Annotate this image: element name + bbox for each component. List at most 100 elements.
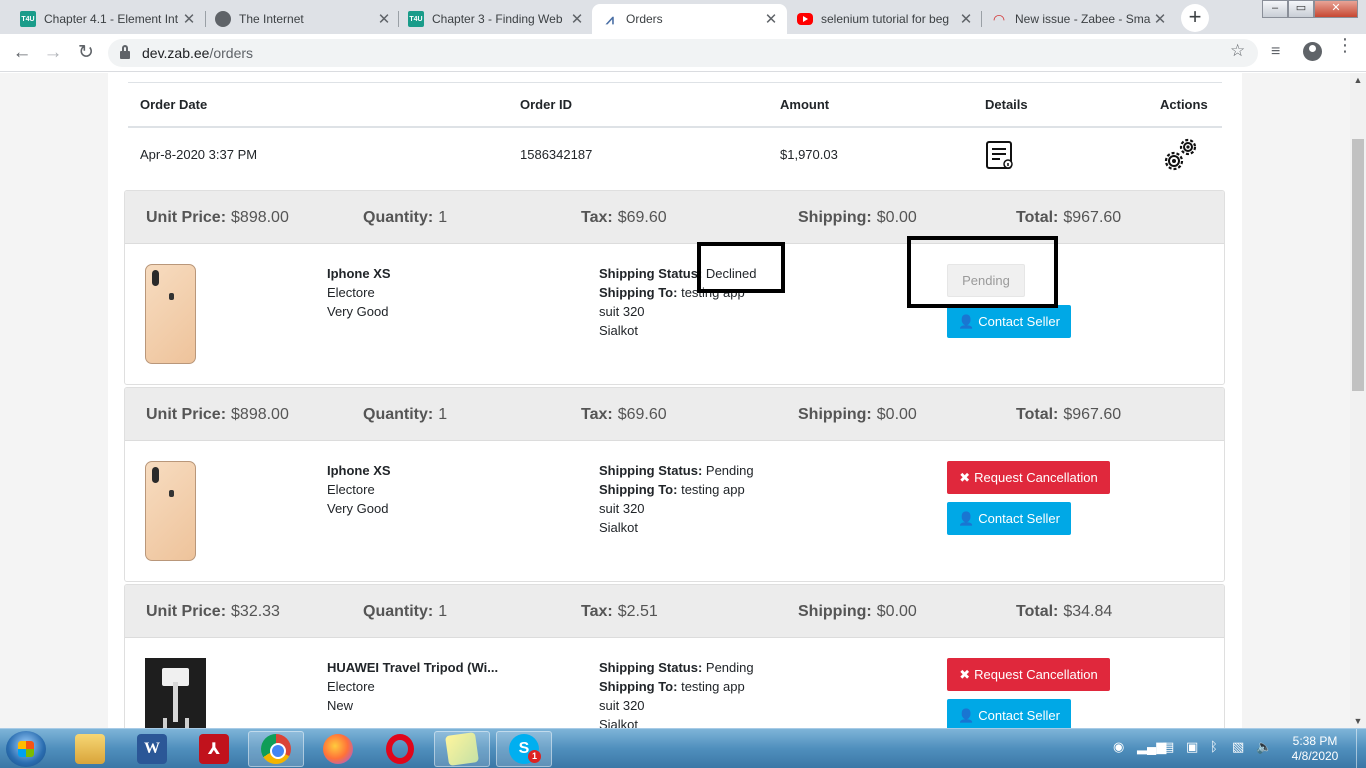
action-center-icon[interactable]: ▧ [1232, 739, 1244, 755]
product-image[interactable] [145, 461, 196, 561]
request-cancellation-button[interactable]: ✖ Request Cancellation [947, 461, 1110, 494]
receipt-icon[interactable] [985, 128, 1015, 181]
taskbar-explorer[interactable] [62, 731, 118, 767]
scrollbar-thumb[interactable] [1352, 139, 1364, 391]
quantity: Quantity: 1 [363, 388, 447, 441]
seller-name: Electore [327, 482, 375, 497]
bluetooth-icon[interactable]: ᛒ [1210, 739, 1218, 754]
taskbar-skype[interactable]: S 1 [496, 731, 552, 767]
shipping-info: Shipping Status: Pending Shipping To: te… [599, 658, 754, 728]
table-header: Order Date Order ID Amount Details Actio… [128, 83, 1222, 128]
close-tab-icon[interactable]: ✕ [958, 10, 974, 28]
tab-chapter-4-1[interactable]: T4U Chapter 4.1 - Element Int ✕ [10, 4, 205, 34]
quantity: Quantity: 1 [363, 585, 447, 638]
product-name[interactable]: Iphone XS [327, 264, 391, 283]
shipping: Shipping: $0.00 [798, 191, 917, 244]
display-icon[interactable]: ▣ [1186, 739, 1198, 755]
tab-orders[interactable]: ⩘ Orders ✕ [592, 4, 787, 34]
tax-label: Tax: [581, 208, 613, 226]
address-city: Sialkot [599, 323, 639, 338]
item-summary: Unit Price: $898.00 Quantity: 1 Tax: $69.60… [125, 191, 1224, 244]
drive-icon[interactable]: ▤ [1162, 739, 1174, 755]
contact-seller-button[interactable]: 👤 Contact Seller [947, 502, 1071, 535]
request-cancellation-label: Request Cancellation [974, 667, 1098, 682]
shipping-to-label: Shipping To: [599, 285, 678, 300]
tax-label: Tax: [581, 602, 613, 620]
network-status-icon[interactable]: ◉ [1113, 739, 1124, 755]
order-item-card: Unit Price: $898.00 Quantity: 1 Tax: $69.60… [124, 190, 1225, 385]
shipping-status-value: Pending [705, 463, 754, 478]
profile-avatar-icon[interactable] [1303, 42, 1322, 61]
back-icon[interactable]: ← [9, 40, 35, 66]
bookmark-star-icon[interactable]: ☆ [1230, 41, 1245, 61]
unit-price-value: $898.00 [231, 405, 289, 423]
address-city: Sialkot [599, 717, 639, 728]
taskbar-firefox[interactable] [310, 731, 366, 767]
unit-price: Unit Price: $32.33 [146, 585, 280, 638]
shipping-status-label: Shipping Status: [599, 266, 703, 281]
taskbar-pdf-reader[interactable]: ⅄ [186, 731, 242, 767]
shipping-to-line: Shipping To: testing app [599, 480, 754, 499]
menu-dots-icon[interactable]: ⋮ [1336, 36, 1354, 54]
scroll-up-arrow-icon[interactable]: ▲ [1350, 73, 1366, 87]
url-host: dev.zab.ee [142, 45, 210, 61]
total-label: Total: [1016, 208, 1059, 226]
taskbar-chrome[interactable] [248, 731, 304, 767]
taskbar-sticky-notes[interactable] [434, 731, 490, 767]
forward-icon[interactable]: → [40, 40, 66, 66]
close-window-button[interactable]: ✕ [1314, 0, 1358, 18]
start-button[interactable] [6, 731, 46, 767]
media-queue-icon[interactable]: ≡ [1271, 43, 1280, 61]
request-cancellation-label: Request Cancellation [974, 470, 1098, 485]
shipping-to-label: Shipping To: [599, 482, 678, 497]
tax: Tax: $69.60 [581, 191, 667, 244]
pdf-icon: ⅄ [199, 734, 229, 764]
request-cancellation-button[interactable]: ✖ Request Cancellation [947, 658, 1110, 691]
product-name[interactable]: Iphone XS [327, 461, 391, 480]
contact-seller-button[interactable]: 👤 Contact Seller [947, 699, 1071, 728]
close-tab-icon[interactable]: ✕ [763, 10, 779, 28]
chrome-icon [261, 734, 291, 764]
product-condition: Very Good [327, 501, 389, 516]
quantity-value: 1 [438, 208, 448, 226]
orders-table: Order Date Order ID Amount Details Actio… [128, 82, 1222, 181]
folder-icon [75, 734, 105, 764]
address-city: Sialkot [599, 520, 639, 535]
minimize-button[interactable]: ‒ [1262, 0, 1288, 18]
tab-title: Chapter 4.1 - Element Int [44, 12, 179, 26]
tab-selenium-tutorial[interactable]: selenium tutorial for beg ✕ [787, 4, 982, 34]
product-image[interactable] [145, 658, 206, 728]
system-clock[interactable]: 5:38 PM 4/8/2020 [1280, 734, 1350, 764]
volume-icon[interactable]: 🔈 [1256, 739, 1272, 755]
vertical-scrollbar[interactable]: ▲ ▼ [1350, 73, 1366, 728]
close-tab-icon[interactable]: ✕ [1152, 10, 1168, 28]
product-name[interactable]: HUAWEI Travel Tripod (Wi... [327, 658, 498, 677]
apple-logo-icon [169, 293, 174, 300]
tab-strip: T4U Chapter 4.1 - Element Int ✕ The Inte… [0, 0, 1366, 34]
address-bar[interactable]: dev.zab.ee/orders [108, 39, 1258, 67]
contact-seller-button[interactable]: 👤 Contact Seller [947, 305, 1071, 338]
new-tab-button[interactable]: + [1181, 4, 1209, 32]
opera-icon [386, 734, 414, 764]
tab-the-internet[interactable]: The Internet ✕ [205, 4, 400, 34]
show-desktop-button[interactable] [1356, 729, 1366, 768]
close-tab-icon[interactable]: ✕ [376, 10, 392, 28]
total-value: $967.60 [1063, 405, 1122, 423]
tab-title: New issue - Zabee - Sma [1015, 12, 1151, 26]
gears-icon[interactable] [1160, 128, 1200, 181]
close-tab-icon[interactable]: ✕ [569, 10, 585, 28]
taskbar: W ⅄ S 1 ◉ ▂▄▆ ▤ ▣ ᛒ ▧ 🔈 5:38 PM 4/8/2020 [0, 728, 1366, 768]
tab-chapter-3[interactable]: T4U Chapter 3 - Finding Web ✕ [398, 4, 593, 34]
order-date: Apr-8-2020 3:37 PM [140, 147, 258, 162]
close-tab-icon[interactable]: ✕ [181, 10, 197, 28]
clock-time: 5:38 PM [1292, 734, 1338, 748]
reload-icon[interactable]: ↻ [73, 40, 99, 66]
product-image[interactable] [145, 264, 196, 364]
taskbar-word[interactable]: W [124, 731, 180, 767]
tab-new-issue[interactable]: ◠ New issue - Zabee - Sma ✕ [981, 4, 1176, 34]
tax: Tax: $69.60 [581, 388, 667, 441]
scroll-down-arrow-icon[interactable]: ▼ [1350, 714, 1366, 728]
maximize-button[interactable]: ▭ [1288, 0, 1314, 18]
x-icon: ✖ [959, 666, 971, 682]
taskbar-opera[interactable] [372, 731, 428, 767]
